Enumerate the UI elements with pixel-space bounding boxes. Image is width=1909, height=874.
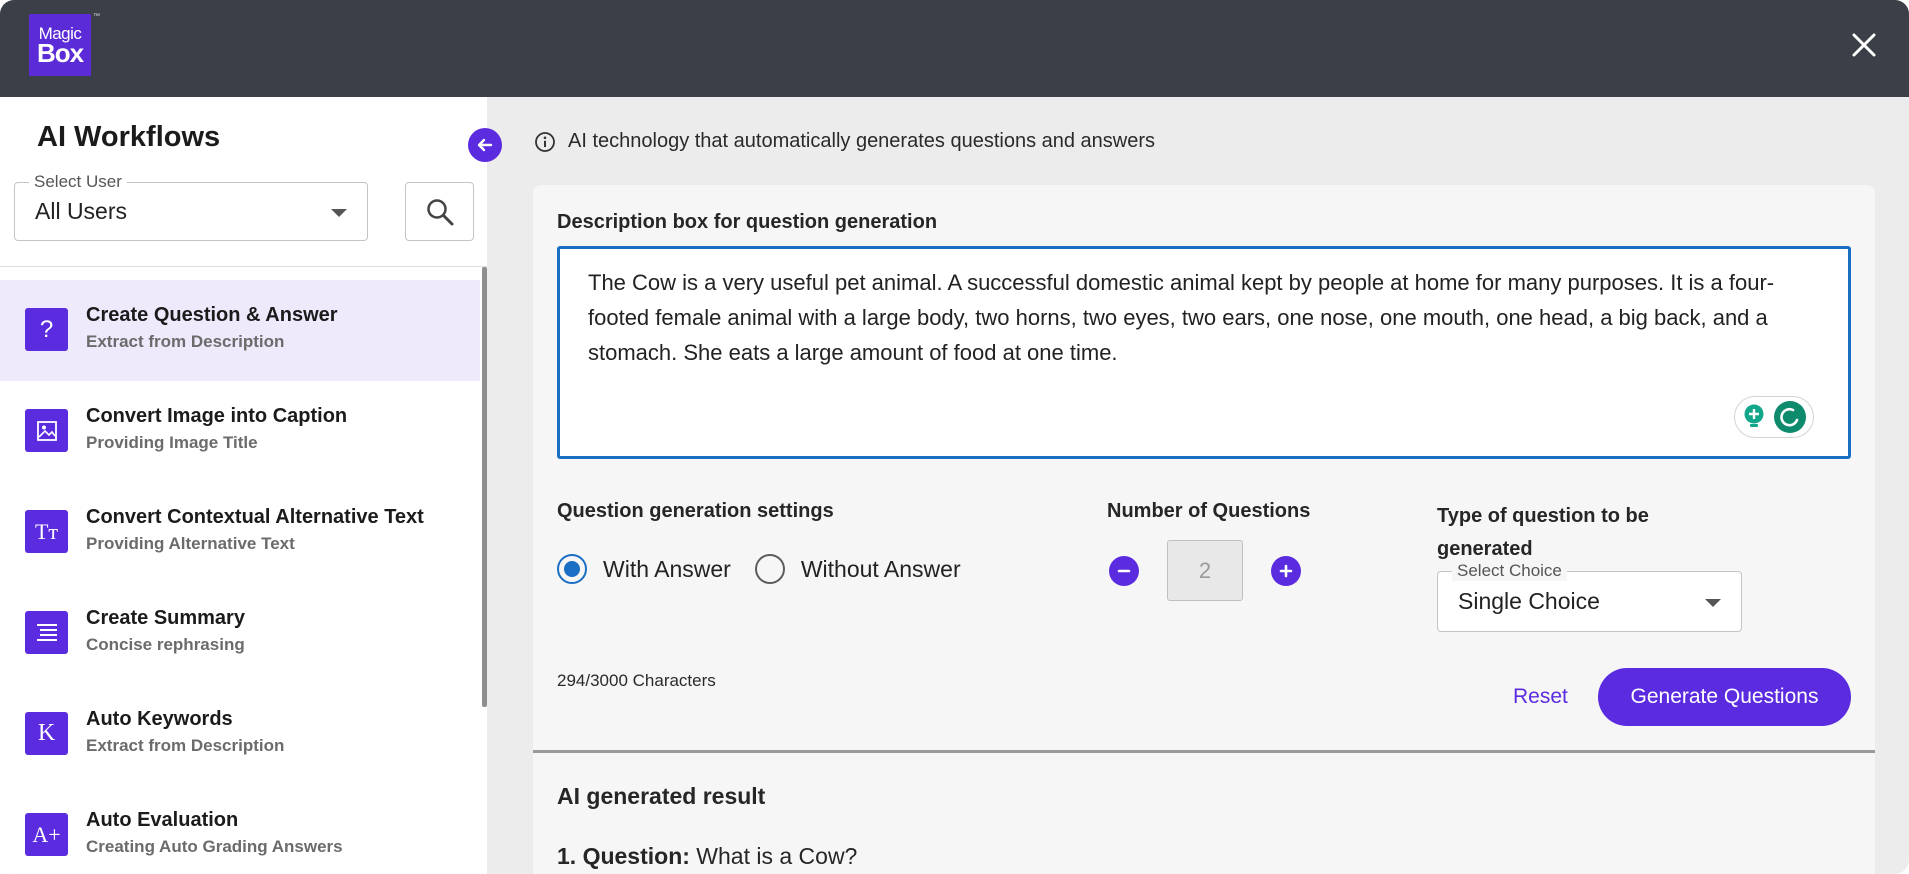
magicbox-logo: Magic Box ™ — [29, 13, 100, 76]
without-answer-label[interactable]: Without Answer — [801, 556, 961, 583]
question-text: What is a Cow? — [696, 843, 858, 869]
collapse-sidebar-button[interactable] — [468, 128, 502, 162]
workflow-list: ? Create Question & Answer Extract from … — [0, 280, 480, 874]
question-type-label: Type of question to be generated — [1437, 505, 1649, 560]
summary-list-icon — [25, 611, 68, 654]
settings-label: Question generation settings — [557, 500, 834, 522]
close-icon — [1852, 33, 1876, 57]
writing-assistant-widget[interactable] — [1734, 396, 1814, 438]
lightbulb-plus-icon — [1744, 404, 1764, 427]
radio-dot — [564, 561, 580, 577]
grammarly-logo-icon — [1774, 401, 1806, 433]
arrow-left-icon — [477, 138, 493, 152]
top-bar: Magic Box ™ — [0, 0, 1909, 97]
sidebar-item-alt-text[interactable]: Tт Convert Contextual Alternative Text P… — [0, 482, 480, 583]
sidebar-divider — [0, 266, 487, 267]
ai-result-panel: AI generated result 1. Question: What is… — [533, 753, 1875, 874]
close-button[interactable] — [1843, 24, 1885, 66]
caret-down-icon — [331, 209, 347, 217]
sidebar-item-title: Create Question & Answer — [86, 304, 338, 326]
reset-button[interactable]: Reset — [1513, 685, 1568, 709]
search-button[interactable] — [405, 182, 474, 241]
sidebar-item-title: Auto Evaluation — [86, 809, 239, 831]
plus-icon — [1279, 564, 1293, 578]
sidebar-item-evaluation[interactable]: A+ Auto Evaluation Creating Auto Grading… — [0, 785, 480, 874]
sidebar-item-subtitle: Extract from Description — [86, 736, 285, 755]
answer-mode-radio-group: With Answer Without Answer — [557, 554, 985, 584]
sidebar-item-title: Auto Keywords — [86, 708, 233, 730]
sidebar-item-summary[interactable]: Create Summary Concise rephrasing — [0, 583, 480, 684]
info-icon — [535, 131, 555, 152]
sidebar-item-subtitle: Concise rephrasing — [86, 635, 245, 654]
sidebar-item-title: Convert Image into Caption — [86, 405, 348, 427]
sidebar-scrollbar[interactable] — [482, 267, 487, 707]
sidebar-item-image-caption[interactable]: Convert Image into Caption Providing Ima… — [0, 381, 480, 482]
question-generation-card: Description box for question generation … — [533, 185, 1875, 752]
result-question-1: 1. Question: What is a Cow? — [557, 843, 857, 870]
grade-a-plus-icon: A+ — [25, 813, 68, 856]
description-text: The Cow is a very useful pet animal. A s… — [588, 270, 1775, 365]
sidebar-title: AI Workflows — [37, 121, 221, 153]
sidebar: AI Workflows Select User All Users ? Cre… — [0, 97, 487, 874]
select-choice-dropdown[interactable]: Select Choice Single Choice — [1437, 561, 1742, 632]
minus-icon — [1117, 569, 1131, 573]
keyword-k-icon: K — [25, 712, 68, 755]
info-row: AI technology that automatically generat… — [534, 130, 1155, 153]
question-number-label: 1. Question: — [557, 843, 690, 869]
sidebar-item-subtitle: Creating Auto Grading Answers — [86, 837, 343, 856]
description-textarea[interactable]: The Cow is a very useful pet animal. A s… — [557, 246, 1851, 459]
info-text: AI technology that automatically generat… — [568, 130, 1156, 152]
select-choice-legend: Select Choice — [1452, 561, 1567, 581]
sidebar-item-title: Create Summary — [86, 607, 245, 629]
without-answer-radio[interactable] — [754, 554, 785, 584]
text-type-icon: Tт — [25, 510, 68, 553]
with-answer-label[interactable]: With Answer — [603, 556, 731, 583]
select-user-legend: Select User — [29, 172, 127, 192]
sidebar-item-subtitle: Providing Alternative Text — [86, 534, 295, 553]
app-window: Magic Box ™ AI Workflows Select User All… — [0, 0, 1909, 874]
search-icon — [426, 198, 453, 225]
select-choice-value: Single Choice — [1458, 588, 1600, 614]
sidebar-item-subtitle: Extract from Description — [86, 332, 285, 351]
result-title: AI generated result — [557, 783, 766, 809]
question-mark-icon: ? — [25, 308, 68, 351]
character-count: 294/3000 Characters — [557, 671, 716, 690]
description-label: Description box for question generation — [557, 211, 938, 233]
image-caption-icon — [25, 409, 68, 452]
question-count-input[interactable]: 2 — [1167, 540, 1243, 601]
select-user-value: All Users — [35, 198, 128, 224]
increment-button[interactable] — [1271, 556, 1301, 586]
select-user-dropdown[interactable]: Select User All Users — [14, 172, 368, 241]
number-of-questions-label: Number of Questions — [1107, 500, 1311, 522]
sidebar-item-keywords[interactable]: K Auto Keywords Extract from Description — [0, 684, 480, 785]
decrement-button[interactable] — [1109, 556, 1139, 586]
sidebar-item-create-question[interactable]: ? Create Question & Answer Extract from … — [0, 280, 480, 381]
caret-down-icon — [1705, 599, 1721, 607]
sidebar-item-title: Convert Contextual Alternative Text — [86, 506, 424, 528]
generate-questions-button[interactable]: Generate Questions — [1598, 668, 1851, 726]
sidebar-item-subtitle: Providing Image Title — [86, 433, 258, 452]
with-answer-radio[interactable] — [557, 554, 587, 584]
